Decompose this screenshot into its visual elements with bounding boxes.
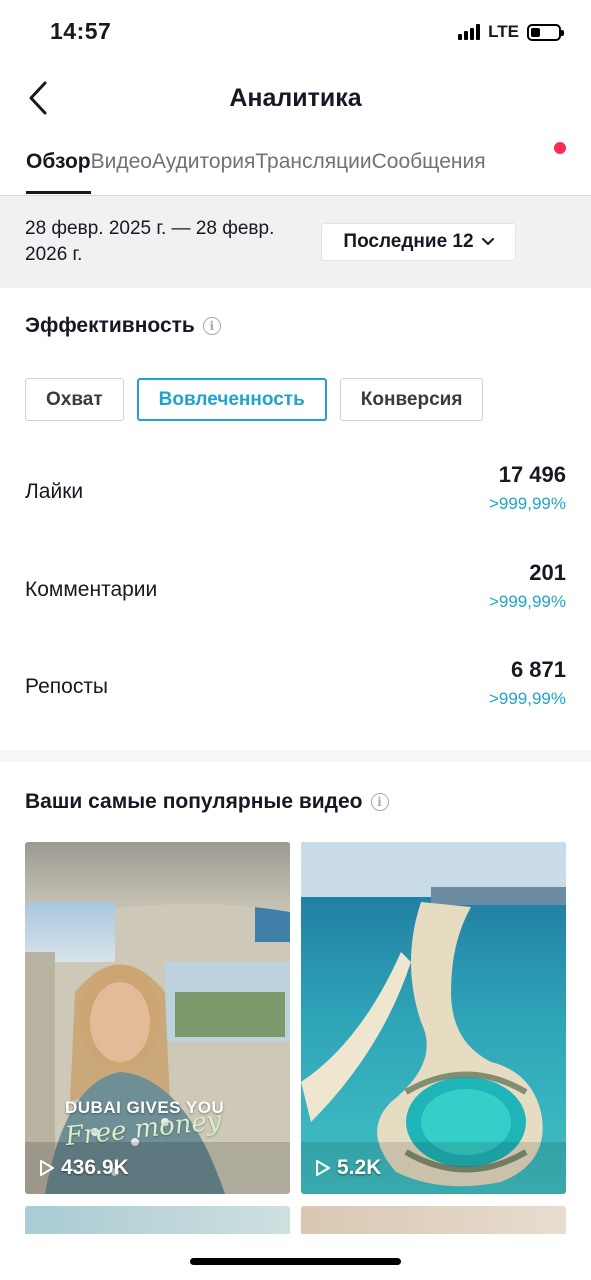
page-title: Аналитика: [229, 84, 362, 112]
metric-value: 6 871: [510, 657, 566, 682]
metric-label: Лайки: [25, 480, 84, 503]
notification-dot: [554, 142, 566, 154]
chevron-down-icon: [481, 238, 494, 245]
video-card-peek[interactable]: [25, 1206, 290, 1234]
video-views-count: 5.2K: [337, 1156, 382, 1179]
status-indicators: LTE: [458, 22, 564, 42]
metric-label: Репосты: [25, 675, 109, 698]
tabs-fade: [561, 134, 591, 195]
video-card-peek[interactable]: [301, 1206, 566, 1234]
video-views: 5.2K: [315, 1156, 381, 1180]
performance-title: Эффективность i: [25, 314, 221, 338]
info-icon[interactable]: i: [370, 793, 389, 811]
metric-comments: Комментарии 201 >999,99%: [25, 560, 566, 620]
tab-audience[interactable]: Аудитория: [152, 150, 255, 194]
metric-change: >999,99%: [488, 689, 566, 708]
tab-messages[interactable]: Сообщения: [372, 150, 486, 194]
video-thumbnail: [301, 842, 566, 1194]
status-time: 14:57: [50, 18, 112, 44]
metric-change: >999,99%: [488, 592, 566, 611]
header: Аналитика: [0, 64, 591, 134]
video-card[interactable]: 5.2K: [301, 842, 566, 1194]
play-icon: [40, 1160, 54, 1176]
info-icon[interactable]: i: [202, 317, 221, 335]
signal-icon: [458, 24, 481, 40]
chip-conversion[interactable]: Конверсия: [339, 378, 484, 421]
chip-engagement[interactable]: Вовлеченность: [136, 378, 327, 421]
metric-label: Комментарии: [25, 578, 158, 601]
play-icon: [316, 1160, 330, 1176]
tab-overview[interactable]: Обзор: [26, 150, 91, 194]
tab-bar: Обзор Видео Аудитория Трансляции Сообщен…: [0, 134, 591, 196]
date-bar: 28 февр. 2025 г. — 28 февр. 2026 г. Посл…: [0, 196, 591, 288]
video-card[interactable]: DUBAI GIVES YOU Free money 436.9K: [25, 842, 290, 1194]
metric-change: >999,99%: [488, 494, 566, 513]
period-select[interactable]: Последние 12: [321, 223, 516, 261]
home-indicator[interactable]: [190, 1258, 401, 1265]
performance-title-text: Эффективность: [25, 314, 195, 337]
metric-shares: Репосты 6 871 >999,99%: [25, 657, 566, 717]
section-divider: [0, 750, 591, 762]
battery-fill: [531, 27, 541, 37]
date-range: 28 февр. 2025 г. — 28 февр. 2026 г.: [25, 218, 275, 265]
battery-icon: [527, 23, 564, 41]
popular-videos-title: Ваши самые популярные видео i: [25, 790, 389, 814]
chip-reach[interactable]: Охват: [25, 378, 124, 421]
metric-value: 201: [529, 560, 566, 585]
tab-videos[interactable]: Видео: [91, 150, 152, 194]
metric-chips: Охват Вовлеченность Конверсия: [25, 378, 484, 421]
popular-videos-title-text: Ваши самые популярные видео: [25, 790, 363, 813]
status-bar: 14:57 LTE: [0, 0, 591, 64]
tab-live[interactable]: Трансляции: [255, 150, 371, 194]
metric-likes: Лайки 17 496 >999,99%: [25, 462, 566, 522]
video-views-count: 436.9K: [61, 1156, 129, 1179]
popular-videos-row-2: [25, 1206, 566, 1234]
period-select-label: Последние 12: [343, 231, 474, 252]
network-type: LTE: [488, 22, 519, 41]
bottom-safe-area: [0, 1234, 591, 1280]
video-views: 436.9K: [39, 1156, 129, 1180]
metric-value: 17 496: [498, 462, 566, 487]
popular-videos-grid: DUBAI GIVES YOU Free money 436.9K 5.2K: [25, 842, 566, 1194]
